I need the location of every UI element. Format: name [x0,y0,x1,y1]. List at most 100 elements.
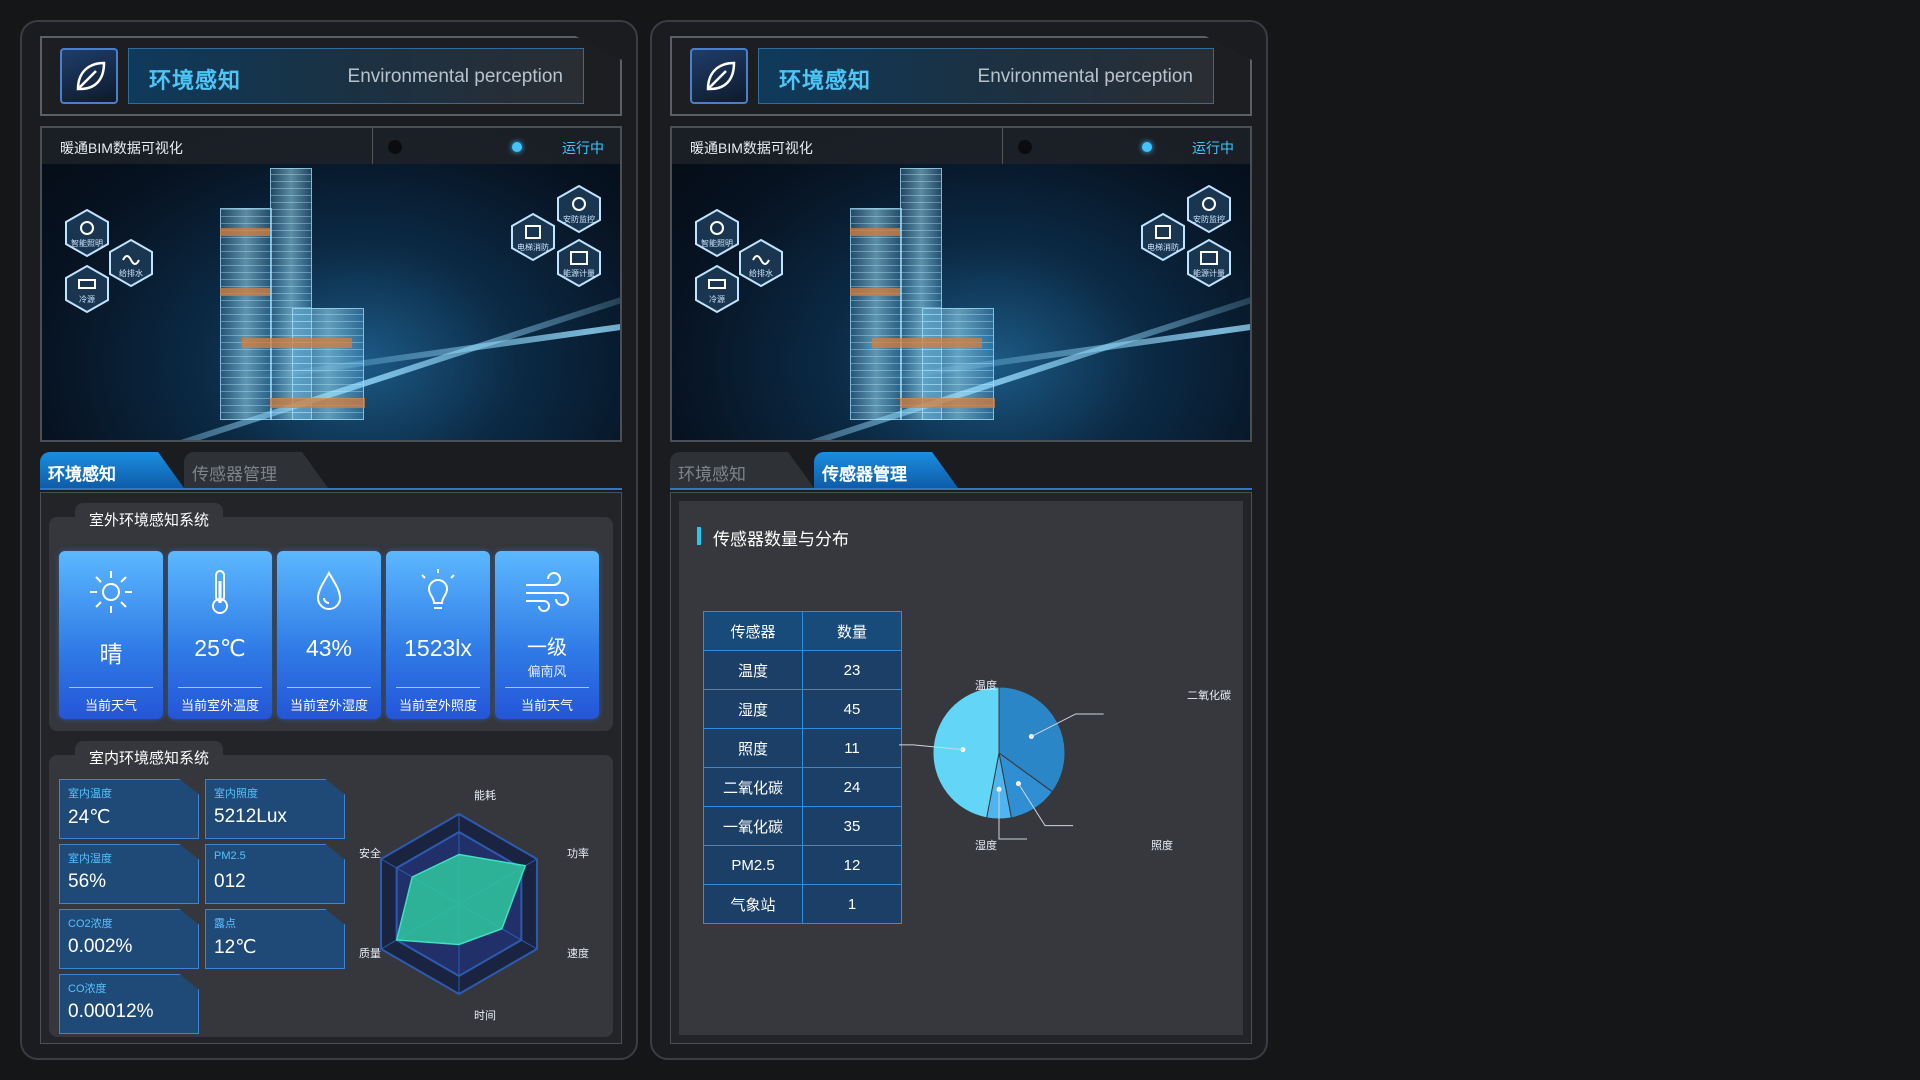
metric-value: 12℃ [214,937,257,958]
metric-value: 24℃ [68,807,111,828]
radar-chart [380,812,538,996]
radar-axis-label: 功率 [567,848,589,860]
building-floor [872,338,982,348]
page-title: 环境感知 [149,68,242,93]
hex-water-icon[interactable]: 给排水 [736,238,786,288]
outdoor-temp-card[interactable]: 25℃ 当前室外温度 [168,551,272,719]
hex-energy-icon[interactable]: 能源计量 [1184,238,1234,288]
hex-elevator-icon[interactable]: 电梯消防 [508,212,558,262]
sensor-pie-chart [899,686,1104,840]
status-badge: 运行中 [1192,140,1234,156]
tab-content-sensors: 传感器数量与分布 传感器 数量 温度 23 湿度 45 照度 11 二氧化碳 24 一氧… [670,492,1252,1044]
wind-direction: 偏南风 [527,664,567,679]
divider [178,687,262,688]
hex-cooling-icon[interactable]: 冷源 [692,264,742,314]
outdoor-wind-card[interactable]: 一级 偏南风 当前天气 [495,551,599,719]
pie-dot [1028,734,1034,740]
sensor-name: 温度 [703,650,803,690]
sensor-count: 45 [802,689,902,729]
radar-axis-label: 安全 [359,848,381,860]
tab-bar: 环境感知 传感器管理 [40,452,622,490]
table-row[interactable]: PM2.5 12 [703,845,902,885]
building [220,208,272,420]
tab-environment[interactable]: 环境感知 [670,452,814,488]
table-row[interactable]: 气象站 1 [703,884,902,924]
indoor-section: 室内环境感知系统 室内温度 24℃ 室内照度 5212Lux 室内湿度 56% … [49,741,613,1037]
divider [287,687,371,688]
outdoor-humidity-card[interactable]: 43% 当前室外湿度 [277,551,381,719]
record-icon[interactable] [388,140,402,154]
bulb-icon [421,569,455,609]
dew-point-tile[interactable]: 露点 12℃ [205,909,345,969]
hex-label: 能源计量 [1193,269,1225,278]
leaf-icon [60,48,118,104]
outdoor-illuminance-label: 当前室外照度 [398,698,477,713]
table-row[interactable]: 温度 23 [703,650,902,690]
building-floor [220,228,270,236]
page-subtitle: Environmental perception [977,66,1193,87]
table-row[interactable]: 二氧化碳 24 [703,767,902,807]
building-floor [850,288,900,296]
pm25-tile[interactable]: PM2.5 012 [205,844,345,904]
co-tile[interactable]: CO浓度 0.00012% [59,974,199,1034]
indoor-humidity-tile[interactable]: 室内湿度 56% [59,844,199,904]
weather-card[interactable]: 晴 当前天气 [59,551,163,719]
hex-security-icon[interactable]: 安防监控 [1184,184,1234,234]
wind-label: 当前天气 [520,698,573,713]
record-icon[interactable] [1018,140,1032,154]
hex-label: 给排水 [749,269,773,278]
hex-label: 安防监控 [563,215,595,224]
pie-label: 二氧化碳 [1187,690,1231,702]
building [850,208,902,420]
hex-energy-icon[interactable]: 能源计量 [554,238,604,288]
radar-axis-label: 质量 [359,948,381,960]
tab-environment[interactable]: 环境感知 [40,452,184,488]
hex-water-icon[interactable]: 给排水 [106,238,156,288]
outdoor-title: 室外环境感知系统 [75,503,224,530]
bim-scene[interactable]: 暖通BIM数据可视化 运行中 智能照明 给排水 冷源 电梯消防 安防监控 能源计… [40,126,622,442]
table-row[interactable]: 照度 11 [703,728,902,768]
header-title-bar: 环境感知 Environmental perception [128,48,584,104]
building-floor [242,338,352,348]
tab-bar: 环境感知 传感器管理 [670,452,1252,490]
sensor-count: 11 [802,728,902,768]
sensor-name: 气象站 [703,884,803,924]
outdoor-illuminance-card[interactable]: 1523lx 当前室外照度 [386,551,490,719]
scene-toolbar: 暖通BIM数据可视化 运行中 [42,128,620,164]
indoor-illuminance-tile[interactable]: 室内照度 5212Lux [205,779,345,839]
metric-label: 室内温度 [68,788,112,800]
hex-lighting-icon[interactable]: 智能照明 [692,208,742,258]
thermometer-icon [212,570,228,614]
status-dot-icon [1142,142,1152,152]
wind-icon [526,572,569,612]
sensor-count: 24 [802,767,902,807]
tab-content-environment: 室外环境感知系统 晴 当前天气 25℃ 当前室外温度 43% 当前室外湿度 15… [40,492,622,1044]
hex-cooling-icon[interactable]: 冷源 [62,264,112,314]
tab-sensors[interactable]: 传感器管理 [814,452,958,488]
outdoor-illuminance-value: 1523lx [404,635,472,661]
hex-elevator-icon[interactable]: 电梯消防 [1138,212,1188,262]
sensor-count: 23 [802,650,902,690]
bim-scene[interactable]: 暖通BIM数据可视化 运行中 智能照明 给排水 冷源 电梯消防 安防监控 能源计… [670,126,1252,442]
co2-tile[interactable]: CO2浓度 0.002% [59,909,199,969]
hex-label: 能源计量 [563,269,595,278]
sensor-table: 传感器 数量 温度 23 湿度 45 照度 11 二氧化碳 24 一氧化碳 35 PM2.… [703,611,902,924]
pie-slice[interactable] [932,686,1000,819]
table-row[interactable]: 一氧化碳 35 [703,806,902,846]
status-badge: 运行中 [562,140,604,156]
wind-level-value: 一级 [527,637,567,659]
tab-sensors[interactable]: 传感器管理 [184,452,328,488]
weather-value: 晴 [99,641,123,667]
hex-label: 冷源 [79,295,95,304]
sensor-count: 35 [802,806,902,846]
column-header: 数量 [802,611,902,651]
metric-value: 56% [68,871,107,892]
hex-security-icon[interactable]: 安防监控 [554,184,604,234]
outdoor-temp-value: 25℃ [194,635,246,661]
indoor-temp-tile[interactable]: 室内温度 24℃ [59,779,199,839]
table-row[interactable]: 湿度 45 [703,689,902,729]
building-floor [220,288,270,296]
building-floor [900,398,995,408]
metric-value: 012 [214,871,246,892]
hex-lighting-icon[interactable]: 智能照明 [62,208,112,258]
